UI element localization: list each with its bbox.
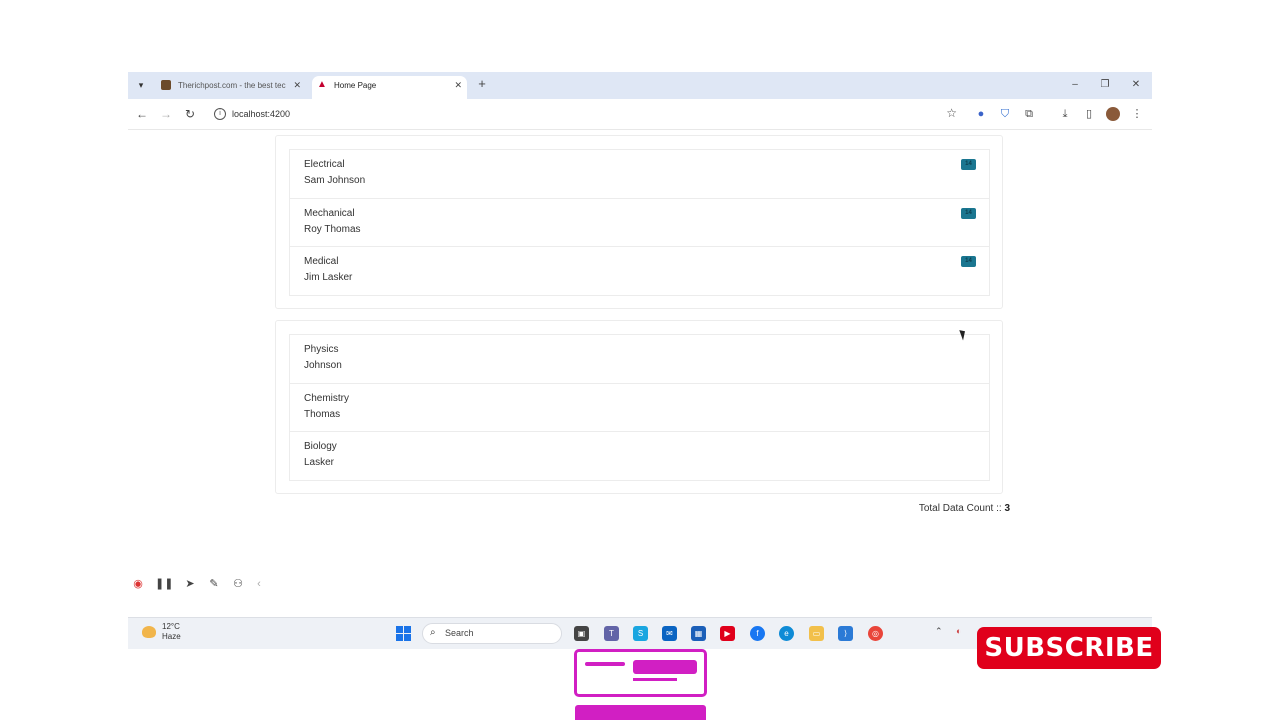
favicon [161, 80, 171, 90]
folder-icon[interactable]: ▭ [809, 626, 824, 641]
tray-app-icon[interactable]: ◐ [956, 626, 961, 636]
list-item[interactable]: Physics Johnson [290, 335, 989, 384]
new-tab-icon[interactable]: + [475, 77, 489, 91]
decorative-overlay [574, 649, 707, 697]
list-item[interactable]: Biology Lasker [290, 432, 989, 481]
tab-home-page[interactable]: ▲ Home Page ✕ [312, 76, 467, 99]
item-subtitle: Johnson [304, 360, 342, 371]
pointer-icon[interactable]: ➤ [183, 577, 197, 591]
pen-icon[interactable]: ✎ [207, 577, 221, 591]
angular-icon: ▲ [317, 79, 327, 90]
back-icon[interactable]: ← [134, 106, 150, 122]
search-icon: ⌕ [430, 627, 436, 638]
windows-icon[interactable] [396, 626, 411, 641]
close-icon[interactable]: ✕ [293, 76, 301, 95]
avatar[interactable] [1106, 107, 1120, 121]
list-group: Physics Johnson Chemistry Thomas Biology… [289, 334, 990, 481]
facebook-icon[interactable]: f [750, 626, 765, 641]
extension-icon[interactable]: ● [974, 107, 988, 121]
browser-window: ▾ Therichpost.com - the best tec ✕ ▲ Hom… [128, 72, 1152, 617]
close-icon[interactable]: ✕ [454, 76, 462, 95]
store-icon[interactable]: ▦ [691, 626, 706, 641]
list-item[interactable]: Medical Jim Lasker 14 [290, 247, 989, 296]
edge-icon[interactable]: e [779, 626, 794, 641]
menu-icon[interactable]: ⋮ [1130, 107, 1144, 121]
total-data-count: Total Data Count :: 3 [919, 503, 1010, 514]
item-title: Medical [304, 256, 339, 267]
download-icon[interactable]: ⤓ [1058, 107, 1072, 121]
total-value: 3 [1004, 503, 1010, 514]
url-text: localhost:4200 [232, 109, 291, 119]
info-icon[interactable]: i [214, 108, 226, 120]
search-label: Search [445, 628, 474, 638]
vscode-icon[interactable]: ⟩ [838, 626, 853, 641]
minimize-icon[interactable]: – [1067, 77, 1083, 93]
screen-recorder-toolbar: ◉ ❚❚ ➤ ✎ ⚇ ‹ [128, 568, 268, 600]
weather-icon[interactable] [142, 626, 156, 638]
overlay-bar [585, 662, 625, 666]
close-window-icon[interactable]: ✕ [1128, 77, 1144, 93]
temperature: 12°C [162, 622, 180, 631]
count-badge: 14 [961, 207, 976, 219]
list-item[interactable]: Electrical Sam Johnson 14 [290, 150, 989, 199]
taskbar-search[interactable]: ⌕ Search [422, 623, 562, 644]
list-item[interactable]: Chemistry Thomas [290, 384, 989, 432]
puzzle-icon[interactable]: ⧉ [1022, 107, 1036, 121]
decorative-overlay [575, 705, 706, 720]
item-subtitle: Lasker [304, 457, 335, 468]
list-group: Electrical Sam Johnson 14 Mechanical Roy… [289, 149, 990, 296]
tab-therichpost[interactable]: Therichpost.com - the best tec ✕ [156, 76, 306, 99]
stamp-icon[interactable]: ⚇ [231, 577, 245, 591]
teams-icon[interactable]: T [604, 626, 619, 641]
pause-icon[interactable]: ❚❚ [155, 577, 173, 591]
forward-icon[interactable]: → [158, 106, 174, 122]
list-item[interactable]: Mechanical Roy Thomas 14 [290, 199, 989, 247]
sidepanel-icon[interactable]: ▯ [1082, 107, 1096, 121]
item-subtitle: Sam Johnson [304, 175, 366, 186]
item-title: Chemistry [304, 392, 350, 404]
chrome-icon[interactable]: ◎ [868, 626, 883, 641]
tab-search-icon[interactable]: ▾ [134, 78, 148, 92]
skype-icon[interactable]: S [633, 626, 648, 641]
taskview-icon[interactable]: ▣ [574, 626, 589, 641]
reload-icon[interactable]: ↻ [182, 106, 198, 122]
mail-icon[interactable]: ✉ [662, 626, 677, 641]
page-viewport: Electrical Sam Johnson 14 Mechanical Roy… [128, 130, 1152, 617]
item-subtitle: Jim Lasker [304, 272, 353, 283]
total-label: Total Data Count :: [918, 503, 1005, 514]
tab-title: Therichpost.com - the best tec [178, 81, 286, 90]
item-title: Physics [304, 344, 339, 355]
chevron-up-icon[interactable]: ⌃ [935, 626, 943, 637]
item-title: Biology [304, 441, 337, 452]
subscribe-banner: SUBSCRIBE [977, 627, 1161, 669]
card-departments: Electrical Sam Johnson 14 Mechanical Roy… [275, 135, 1003, 309]
item-title: Mechanical [304, 207, 355, 219]
chevron-left-icon[interactable]: ‹ [252, 577, 266, 591]
tab-bar: ▾ Therichpost.com - the best tec ✕ ▲ Hom… [128, 72, 1152, 99]
star-icon[interactable]: ☆ [946, 106, 957, 120]
weather-condition: Haze [162, 632, 181, 641]
shield-icon[interactable]: ⛉ [998, 107, 1012, 121]
count-badge: 14 [961, 159, 976, 170]
record-icon[interactable]: ◉ [131, 577, 145, 591]
overlay-bar [633, 660, 697, 674]
overlay-bar [633, 678, 677, 681]
youtube-icon[interactable]: ▶ [720, 626, 735, 641]
item-subtitle: Roy Thomas [304, 223, 361, 235]
card-subjects: Physics Johnson Chemistry Thomas Biology… [275, 320, 1003, 494]
address-bar[interactable]: i localhost:4200 ☆ [208, 104, 963, 124]
tab-title: Home Page [334, 81, 377, 90]
count-badge: 14 [961, 256, 976, 267]
item-subtitle: Thomas [304, 408, 341, 420]
browser-toolbar: ← → ↻ i localhost:4200 ☆ ● ⛉ ⧉ ⤓ ▯ ⋮ [128, 99, 1152, 130]
weather-widget[interactable]: 12°C Haze [162, 622, 181, 642]
item-title: Electrical [304, 159, 345, 170]
restore-icon[interactable]: ❐ [1097, 77, 1113, 93]
